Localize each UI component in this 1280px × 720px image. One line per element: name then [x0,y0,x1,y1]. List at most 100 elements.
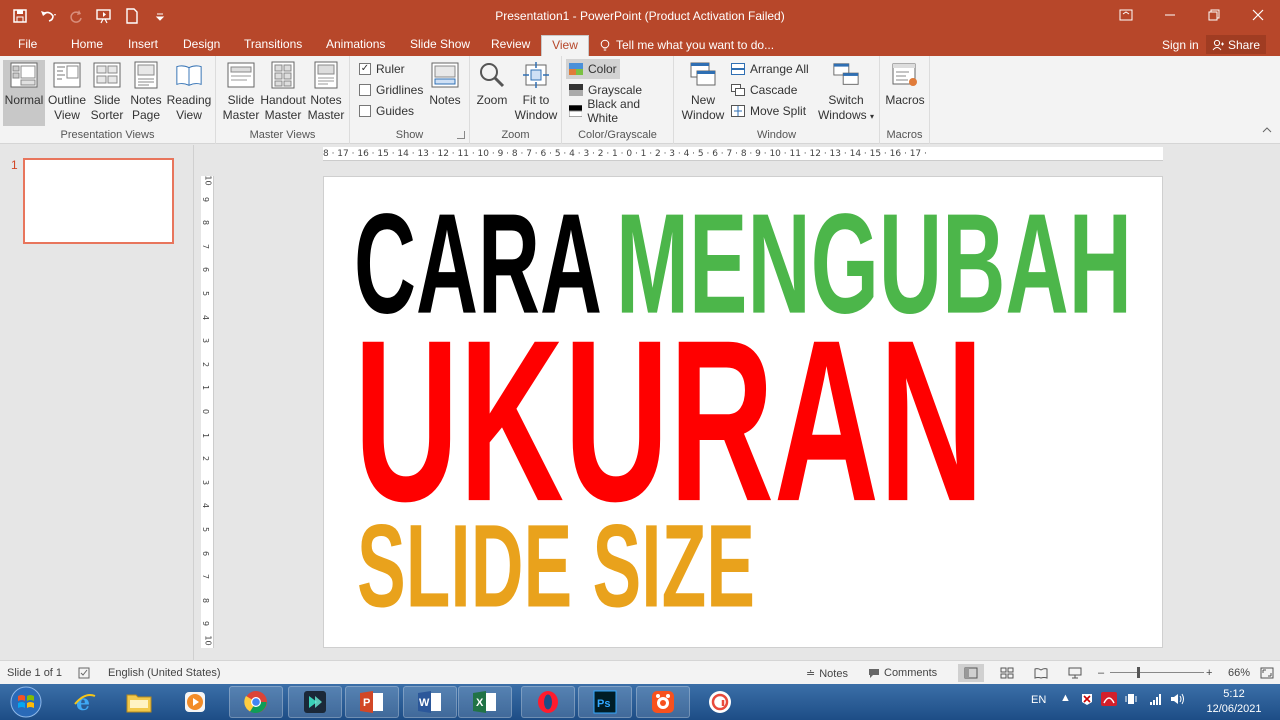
comments-status-button[interactable]: Comments [868,667,937,679]
tab-animations[interactable]: Animations [320,35,391,56]
language-status[interactable]: English (United States) [108,667,221,679]
restore-icon[interactable] [1192,0,1236,30]
tab-slide-show[interactable]: Slide Show [404,35,476,56]
switch-windows-icon [832,60,860,90]
slide-sorter-status-icon[interactable] [1000,667,1014,679]
vertical-ruler-tick: 2 [201,456,211,462]
ruler-checkbox[interactable]: ✓ Ruler [356,59,408,79]
tell-me-box[interactable]: Tell me what you want to do... [600,38,774,52]
internet-explorer-icon[interactable]: e [58,686,112,718]
vertical-ruler-tick: 3 [201,338,211,344]
share-button[interactable]: Share [1206,35,1267,54]
tell-me-text: Tell me what you want to do... [616,38,775,52]
group-label-show: Show [395,129,424,141]
other-app-icon[interactable] [693,686,747,718]
zoom-level[interactable]: 66% [1228,667,1250,679]
tab-transitions[interactable]: Transitions [238,35,308,56]
notes-master-icon [312,60,340,90]
arrange-all-button[interactable]: Arrange All [728,59,812,79]
notes-page-button[interactable]: Notes Page [127,60,165,126]
device-tray-icon[interactable] [1124,692,1138,709]
reading-view-label-1: Reading [166,93,212,107]
notes-master-button[interactable]: Notes Master [306,60,346,126]
zoom-button[interactable]: Zoom [472,60,512,126]
vertical-ruler-tick: 6 [201,550,211,556]
new-window-button[interactable]: New Window [680,60,726,126]
volume-icon[interactable] [1170,692,1186,709]
group-label-window: Window [756,129,797,141]
network-signal-icon[interactable] [1149,692,1163,709]
tab-home[interactable]: Home [65,35,109,56]
title-bar: Presentation1 - PowerPoint (Product Acti… [0,0,1280,32]
normal-view-button[interactable]: Normal [3,60,45,126]
start-button[interactable] [4,686,48,718]
input-language[interactable]: EN [1031,694,1046,706]
photoshop-icon[interactable]: Ps [578,686,632,718]
screen-recorder-icon[interactable] [636,686,690,718]
group-label-zoom: Zoom [501,129,530,141]
share-label: Share [1228,37,1261,52]
notes-button[interactable]: Notes [426,60,464,126]
tab-view[interactable]: View [541,35,589,56]
vertical-ruler-tick: 8 [201,220,211,226]
tab-file[interactable]: File [12,35,43,56]
subtitle-slide-size[interactable]: SLIDE SIZE [357,507,755,625]
fit-to-window-button[interactable]: Fit to Window [514,60,558,126]
ribbon-display-options-icon[interactable] [1104,0,1148,30]
move-split-button[interactable]: Move Split [728,101,809,121]
normal-view-status-icon[interactable] [958,664,984,682]
ruler-check-icon: ✓ [359,63,371,75]
tab-insert[interactable]: Insert [122,35,164,56]
excel-icon[interactable]: X [458,686,512,718]
minimize-icon[interactable] [1148,0,1192,30]
slide-master-button[interactable]: Slide Master [220,60,262,126]
file-explorer-icon[interactable] [112,686,166,718]
opera-icon[interactable] [521,686,575,718]
filmora-icon[interactable] [288,686,342,718]
slide-show-status-icon[interactable] [1068,667,1082,679]
normal-view-label: Normal [4,93,44,107]
word-icon[interactable]: W [403,686,457,718]
zoom-slider-thumb[interactable] [1137,667,1140,678]
close-icon[interactable] [1236,0,1280,30]
slide-thumbnail[interactable] [23,158,174,244]
clock-date: 12/06/2021 [1206,703,1262,715]
tab-review[interactable]: Review [485,35,536,56]
cascade-button[interactable]: Cascade [728,80,800,100]
reading-view-button[interactable]: Reading View [166,60,212,126]
reading-view-status-icon[interactable] [1034,667,1048,679]
powerpoint-icon[interactable]: P [345,686,399,718]
slide-canvas[interactable]: CARA MENGUBAH UKURAN SLIDE SIZE [323,176,1163,648]
zoom-in-icon[interactable]: + [1206,667,1212,679]
color-button[interactable]: Color [566,59,620,79]
slide-sorter-button[interactable]: Slide Sorter [88,60,126,126]
notes-page-icon [132,60,160,90]
media-player-icon[interactable] [168,686,222,718]
chrome-icon[interactable] [229,686,283,718]
comments-status-label: Comments [884,667,938,679]
pdf-reader-tray-icon[interactable] [1101,692,1117,709]
guides-checkbox[interactable]: Guides [356,101,417,121]
slide-sorter-label-2: Sorter [90,108,124,122]
tab-design[interactable]: Design [177,35,226,56]
black-and-white-label: Black and White [587,97,641,125]
switch-windows-button[interactable]: Switch Windows ▾ [816,60,876,126]
outline-view-button[interactable]: Outline View [46,60,88,126]
clock[interactable]: 5:12 12/06/2021 [1196,687,1272,717]
fit-slide-status-icon[interactable] [1260,667,1274,679]
zoom-slider-track[interactable] [1110,672,1204,673]
vertical-ruler-tick: 4 [201,503,211,509]
action-center-icon[interactable] [1080,692,1094,709]
cascade-icon [731,84,745,96]
macros-button[interactable]: Macros [884,60,926,126]
zoom-out-icon[interactable]: – [1098,667,1104,679]
sign-in-link[interactable]: Sign in [1162,38,1199,52]
handout-master-button[interactable]: Handout Master [260,60,306,126]
collapse-ribbon-icon[interactable] [1262,123,1272,137]
slide-sorter-icon [93,60,121,90]
black-and-white-button[interactable]: Black and White [566,97,673,125]
spell-check-icon[interactable] [78,667,92,679]
gridlines-checkbox[interactable]: Gridlines [356,80,426,100]
notes-status-button[interactable]: ≐ Notes [806,667,848,681]
show-hidden-icons-icon[interactable]: ▲ [1060,692,1071,704]
